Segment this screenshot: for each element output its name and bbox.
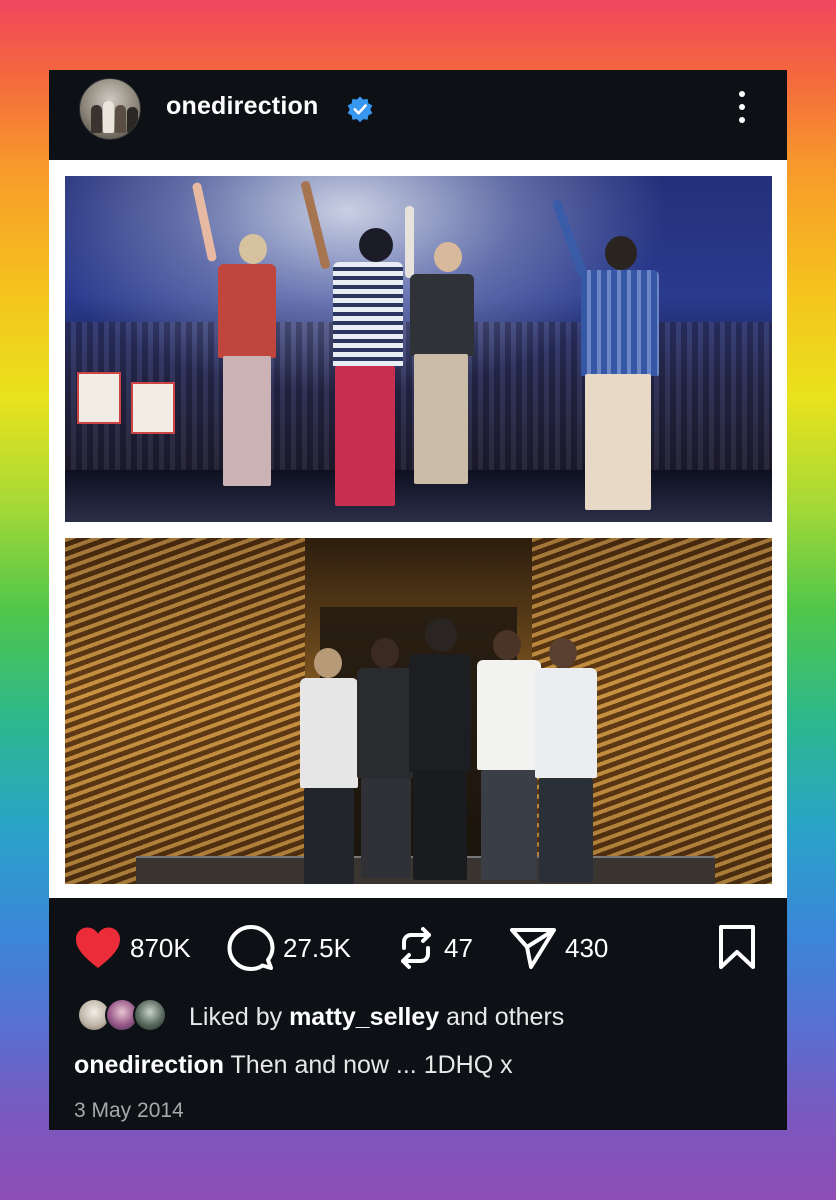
comments-count: 27.5K xyxy=(283,932,351,963)
likes-count: 870K xyxy=(130,932,191,963)
caption-username[interactable]: onedirection xyxy=(74,1051,224,1079)
post-username[interactable]: onedirection xyxy=(166,92,318,121)
liked-by-username[interactable]: matty_selley xyxy=(289,1003,439,1031)
liked-by-suffix[interactable]: and others xyxy=(446,1003,564,1031)
heart-icon xyxy=(76,927,120,968)
concert-photo-then xyxy=(65,176,772,522)
post-image[interactable] xyxy=(49,160,787,898)
liked-by-prefix: Liked by xyxy=(189,1003,283,1031)
share-icon xyxy=(510,928,556,969)
repost-action[interactable]: 47 xyxy=(396,918,473,978)
post-caption: onedirection Then and now ... 1DHQ x xyxy=(74,1051,513,1080)
profile-avatar[interactable] xyxy=(79,78,141,140)
shares-count: 430 xyxy=(565,932,609,963)
concert-photo-now xyxy=(65,538,772,884)
post-header: onedirection xyxy=(49,70,787,160)
reposts-count: 47 xyxy=(444,932,473,963)
liker-avatar[interactable] xyxy=(133,998,167,1032)
post-date: 3 May 2014 xyxy=(74,1099,184,1122)
comment-icon xyxy=(227,925,275,971)
caption-text: Then and now ... 1DHQ x xyxy=(230,1051,513,1079)
more-options-icon[interactable] xyxy=(731,88,753,128)
like-action[interactable]: 870K xyxy=(74,918,191,978)
verified-badge-icon xyxy=(347,96,373,123)
liked-by-text: Liked by matty_selley and others xyxy=(189,1003,564,1032)
instagram-post: onedirection 870K 27.5K 47 430 Liked by … xyxy=(49,70,787,1130)
post-actions: 870K 27.5K 47 430 xyxy=(49,918,787,978)
bookmark-icon[interactable] xyxy=(717,924,757,970)
liked-by-row: Liked by matty_selley and others xyxy=(49,995,787,1035)
share-action[interactable]: 430 xyxy=(509,918,608,978)
comment-action[interactable]: 27.5K xyxy=(227,918,351,978)
repost-icon xyxy=(401,927,431,969)
